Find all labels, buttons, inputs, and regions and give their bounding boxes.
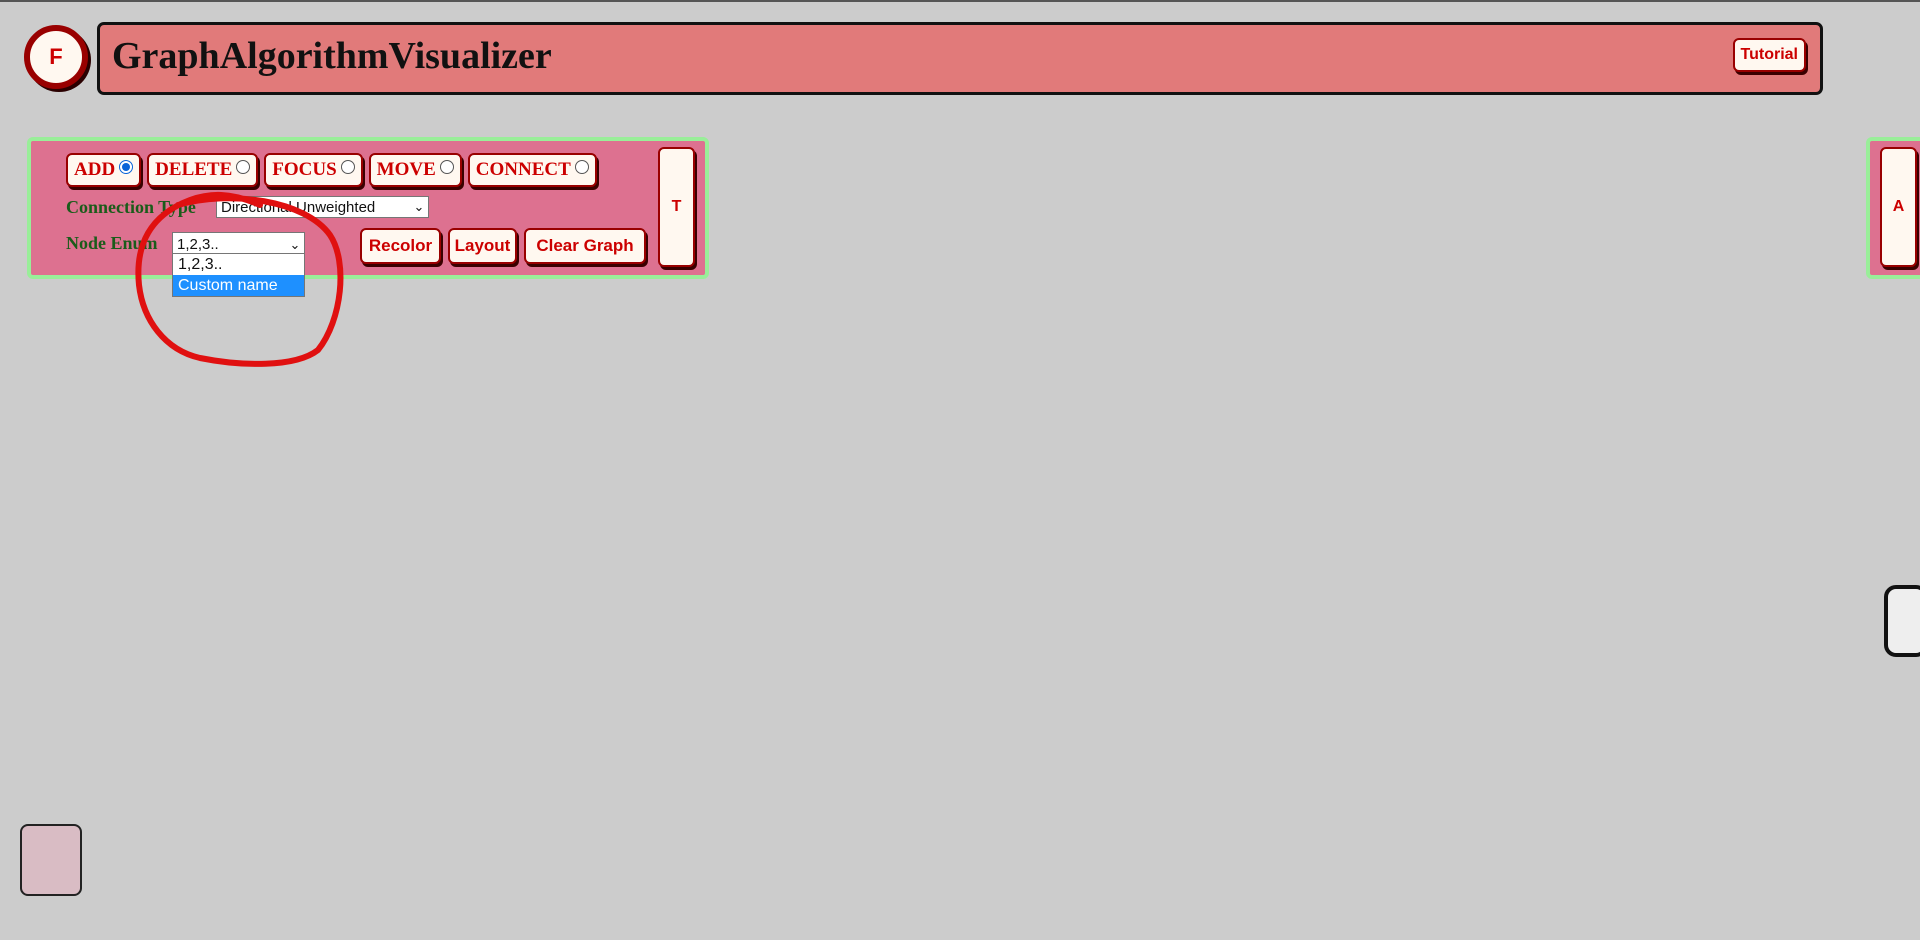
mode-move-button[interactable]: MOVE bbox=[368, 153, 462, 187]
recolor-button[interactable]: Recolor bbox=[360, 228, 441, 264]
mode-label: ADD bbox=[74, 159, 116, 180]
control-panel: ADD DELETE FOCUS MOVE CONNECT Connection… bbox=[27, 137, 709, 279]
mode-label: DELETE bbox=[155, 159, 233, 180]
favorites-letter: F bbox=[49, 44, 63, 69]
favorites-button[interactable]: F bbox=[24, 25, 88, 89]
toggle-t-button[interactable]: T bbox=[658, 147, 695, 267]
app-title: GraphAlgorithmVisualizer bbox=[112, 35, 552, 77]
mode-label: FOCUS bbox=[272, 159, 337, 180]
node-enum-value: 1,2,3.. bbox=[177, 236, 219, 253]
connection-type-label: Connection Type bbox=[66, 197, 196, 217]
node-enum-dropdown-list: 1,2,3.. Custom name bbox=[172, 253, 305, 297]
mode-delete-button[interactable]: DELETE bbox=[147, 153, 259, 187]
side-scroll-handle[interactable] bbox=[1884, 585, 1920, 657]
right-panel: A bbox=[1866, 137, 1920, 279]
radio-icon[interactable] bbox=[439, 160, 454, 174]
top-border bbox=[0, 0, 1920, 2]
chevron-down-icon: ⌄ bbox=[289, 236, 301, 252]
dropdown-option[interactable]: 1,2,3.. bbox=[173, 254, 304, 275]
radio-icon[interactable] bbox=[574, 160, 589, 174]
dropdown-option[interactable]: Custom name bbox=[173, 275, 304, 296]
mode-label: CONNECT bbox=[475, 159, 571, 180]
radio-icon[interactable] bbox=[236, 160, 251, 174]
node-enum-label: Node Enum bbox=[66, 233, 158, 253]
mode-selector: ADD DELETE FOCUS MOVE CONNECT bbox=[66, 153, 597, 187]
connection-type-select[interactable]: Directional Unweighted ⌄ bbox=[216, 196, 429, 218]
app-header: GraphAlgorithmVisualizer Tutorial bbox=[97, 22, 1823, 95]
chevron-down-icon: ⌄ bbox=[413, 199, 425, 214]
toggle-a-button[interactable]: A bbox=[1880, 147, 1917, 267]
clear-graph-button[interactable]: Clear Graph bbox=[524, 228, 646, 264]
mode-add-button[interactable]: ADD bbox=[66, 153, 142, 187]
color-swatch-box[interactable] bbox=[20, 824, 82, 896]
mode-label: MOVE bbox=[376, 159, 436, 180]
connection-type-value: Directional Unweighted bbox=[221, 198, 376, 216]
tutorial-button[interactable]: Tutorial bbox=[1732, 38, 1806, 72]
radio-icon[interactable] bbox=[119, 160, 134, 174]
mode-focus-button[interactable]: FOCUS bbox=[264, 153, 363, 187]
mode-connect-button[interactable]: CONNECT bbox=[467, 153, 597, 187]
layout-button[interactable]: Layout bbox=[448, 228, 517, 264]
radio-icon[interactable] bbox=[340, 160, 355, 174]
